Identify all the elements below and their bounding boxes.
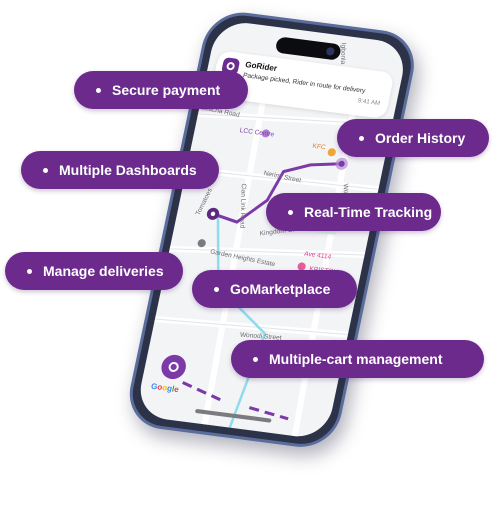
bullet-icon xyxy=(359,135,364,141)
poi-icon xyxy=(197,239,206,248)
feature-label: Multiple-cart management xyxy=(269,351,443,367)
feature-pill-multiple-dashboards: Multiple Dashboards xyxy=(21,151,219,189)
feature-label: Real-Time Tracking xyxy=(304,204,433,220)
feature-label: Manage deliveries xyxy=(43,263,164,279)
feature-label: Order History xyxy=(375,130,466,146)
notification-message: Package picked, Rider in route for deliv… xyxy=(242,71,366,95)
map-label-road: Clan Link Road xyxy=(238,183,247,229)
feature-label: GoMarketplace xyxy=(230,281,331,297)
bullet-icon xyxy=(43,167,48,173)
restaurant-icon xyxy=(327,148,336,157)
bullet-icon xyxy=(96,87,101,93)
camera-icon xyxy=(325,46,336,56)
feature-label: Secure payment xyxy=(112,82,221,98)
feature-pill-secure-payment: Secure payment xyxy=(74,71,248,109)
feature-pill-gomarketplace: GoMarketplace xyxy=(192,270,357,308)
feature-pill-order-history: Order History xyxy=(337,119,489,157)
notification-time: 9:41 AM xyxy=(357,98,381,108)
bullet-icon xyxy=(27,268,32,274)
bullet-icon xyxy=(253,356,258,362)
notification-title: GoRider xyxy=(244,59,278,74)
feature-pill-multiple-cart-management: Multiple-cart management xyxy=(231,340,484,378)
feature-pill-manage-deliveries: Manage deliveries xyxy=(5,252,183,290)
bullet-icon xyxy=(288,209,293,215)
feature-label: Multiple Dashboards xyxy=(59,162,197,178)
feature-pill-real-time-tracking: Real-Time Tracking xyxy=(266,193,441,231)
bullet-icon xyxy=(214,286,219,292)
map-label-poi: KFC xyxy=(311,142,327,152)
promo-stage: Igbonla abacha Road LCC Centre KFC Nerim… xyxy=(0,0,496,511)
